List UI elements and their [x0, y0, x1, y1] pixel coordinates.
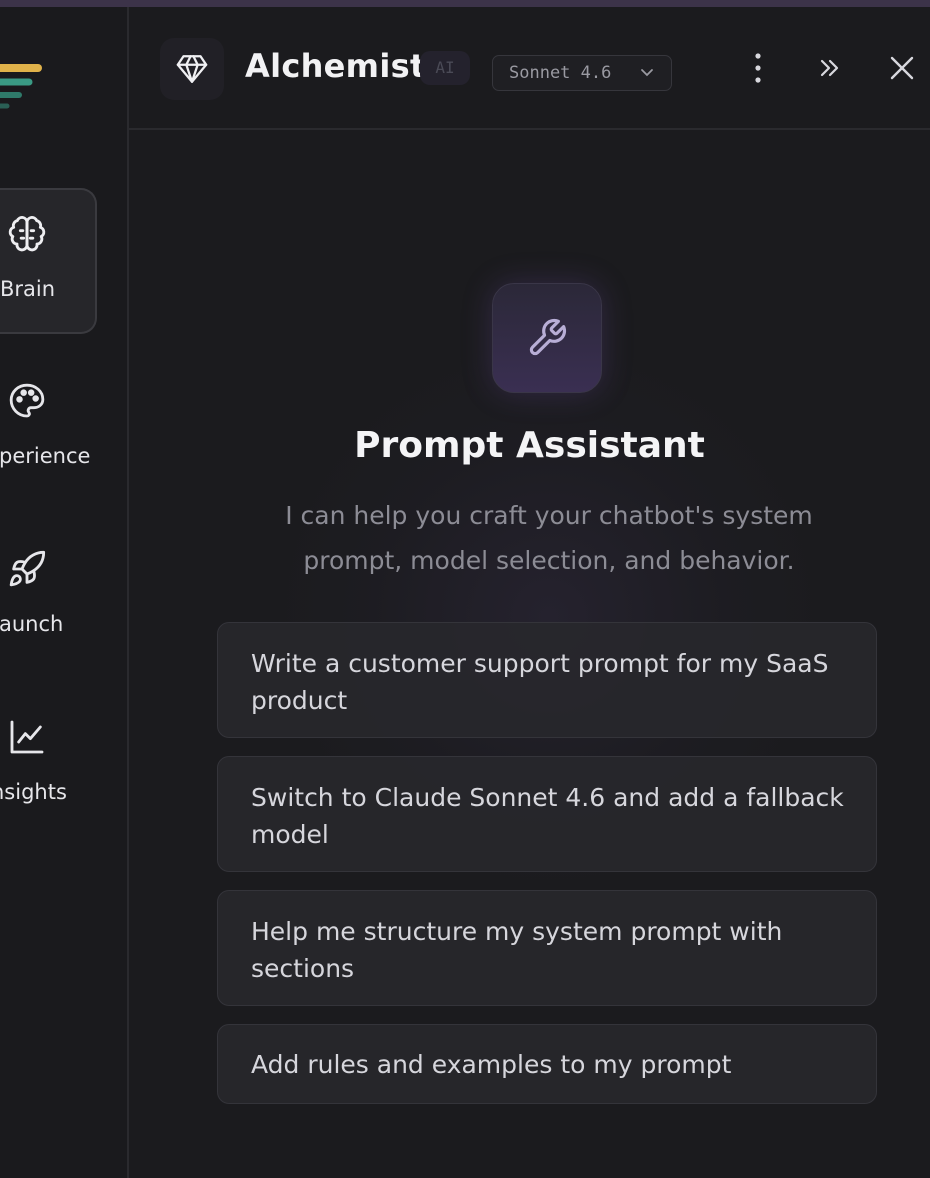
brand-icon-box: [160, 38, 224, 100]
panel-header: Alchemist AI Sonnet 4.6: [129, 7, 930, 130]
sidebar-item-label: Brain: [0, 277, 56, 301]
model-select[interactable]: Sonnet 4.6: [492, 55, 672, 91]
chevrons-right-icon: [813, 59, 847, 89]
suggestion-label: Add rules and examples to my prompt: [251, 1050, 732, 1079]
prompt-assistant-icon-box: [492, 283, 602, 393]
palette-icon: [7, 381, 47, 421]
chart-line-icon: [7, 717, 47, 757]
suggestion-label: Help me structure my system prompt with …: [251, 917, 783, 983]
sidebar-item-label: perience: [0, 444, 91, 468]
suggestion-button[interactable]: Switch to Claude Sonnet 4.6 and add a fa…: [217, 756, 877, 872]
sidebar: Brain perience aunch nsights: [0, 7, 129, 1178]
app-logo: [0, 64, 60, 124]
sidebar-item-label: nsights: [0, 780, 67, 804]
page-title: Prompt Assistant: [354, 425, 705, 466]
assistant-panel: Alchemist AI Sonnet 4.6 Prompt Assistant…: [129, 7, 930, 1178]
suggestion-button[interactable]: Add rules and examples to my prompt: [217, 1024, 877, 1104]
sidebar-item-insights[interactable]: nsights: [0, 693, 95, 835]
page-subtitle: I can help you craft your chatbot's syst…: [285, 501, 813, 575]
collapse-panel-button[interactable]: [813, 51, 847, 85]
window-top-strip: [0, 0, 930, 7]
suggestion-label: Switch to Claude Sonnet 4.6 and add a fa…: [251, 783, 844, 849]
rocket-icon: [7, 549, 47, 589]
close-icon: [885, 56, 919, 89]
sidebar-item-launch[interactable]: aunch: [0, 525, 95, 667]
suggestion-button[interactable]: Help me structure my system prompt with …: [217, 890, 877, 1006]
more-options-button[interactable]: [741, 51, 775, 85]
close-button[interactable]: [885, 51, 919, 85]
model-select-value: Sonnet 4.6: [509, 63, 612, 83]
suggestion-label: Write a customer support prompt for my S…: [251, 649, 829, 715]
app-title: Alchemist: [245, 47, 426, 85]
sidebar-item-brain[interactable]: Brain: [0, 188, 97, 334]
brain-icon: [7, 214, 47, 254]
sidebar-item-experience[interactable]: perience: [0, 357, 95, 499]
ai-badge: AI: [420, 51, 470, 85]
suggestion-button[interactable]: Write a customer support prompt for my S…: [217, 622, 877, 738]
sidebar-item-label: aunch: [0, 612, 64, 636]
more-vertical-icon: [741, 53, 775, 89]
